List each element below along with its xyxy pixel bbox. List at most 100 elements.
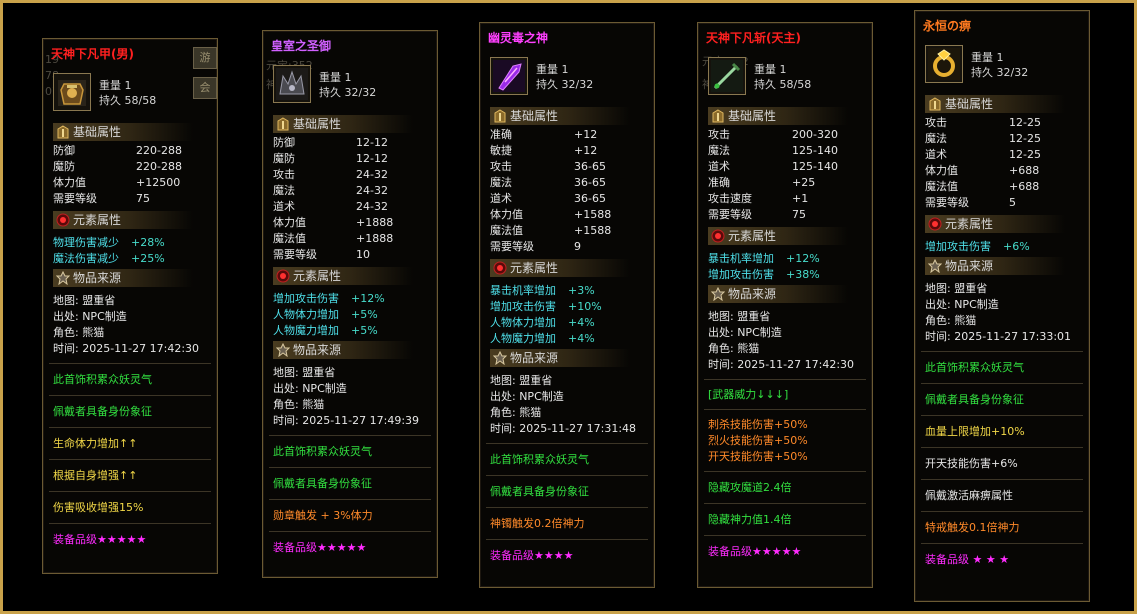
element-stat-row: 暴击机率增加 +12% bbox=[708, 251, 858, 267]
divider bbox=[704, 503, 866, 504]
extra-attribute-line: 佩戴者具备身份象征 bbox=[490, 485, 589, 498]
stat-label: 攻击 bbox=[925, 116, 947, 129]
source-line: 时间: 2025-11-27 17:33:01 bbox=[925, 330, 1072, 343]
equipment-grade: 装备品级★★★★ bbox=[490, 549, 574, 562]
stat-label: 道术 bbox=[273, 200, 295, 213]
item-title: 天神下凡甲(男) bbox=[51, 47, 134, 61]
source-line: 出处: NPC制造 bbox=[925, 298, 999, 311]
stat-label: 需要等级 bbox=[708, 208, 752, 221]
extra-attribute-line: 此首饰积累众妖灵气 bbox=[490, 453, 589, 466]
extra-attribute-line: 开天技能伤害+6% bbox=[925, 457, 1018, 470]
stat-label: 物理伤害减少 bbox=[53, 236, 119, 249]
stat-label: 人物体力增加 bbox=[273, 308, 339, 321]
item-weight: 重量 1 bbox=[971, 51, 1004, 64]
extra-attribute-line: 此首饰积累众妖灵气 bbox=[925, 361, 1024, 374]
item-tooltip-card: 19 78 07 天神下凡甲(男) 重量 1 持久 58/58 基础属性 防御 220-288 魔… bbox=[42, 38, 218, 574]
stat-label: 道术 bbox=[490, 192, 512, 205]
stat-value: +4% bbox=[568, 332, 595, 345]
side-tab-button[interactable]: 游 bbox=[193, 47, 217, 69]
stat-label: 攻击 bbox=[273, 168, 295, 181]
base-stat-row: 道术 36-65 bbox=[490, 191, 640, 207]
stat-label: 准确 bbox=[708, 176, 730, 189]
divider bbox=[49, 363, 211, 364]
base-stat-row: 攻击速度 +1 bbox=[708, 191, 858, 207]
item-title: 幽灵毒之神 bbox=[488, 31, 549, 45]
stat-label: 体力值 bbox=[490, 208, 523, 221]
stat-value: 12-25 bbox=[1009, 132, 1041, 145]
stat-label: 魔防 bbox=[273, 152, 295, 165]
item-weight: 重量 1 bbox=[754, 63, 787, 76]
stat-label: 准确 bbox=[490, 128, 512, 141]
element-stat-row: 物理伤害减少 +28% bbox=[53, 235, 203, 251]
stat-value: 36-65 bbox=[574, 176, 606, 189]
stat-value: +1888 bbox=[356, 232, 394, 245]
divider bbox=[921, 415, 1083, 416]
purple-dagger-icon bbox=[490, 57, 528, 95]
stat-label: 攻击 bbox=[490, 160, 512, 173]
element-stat-row: 增加攻击伤害 +12% bbox=[273, 291, 423, 307]
section-label: 元素属性 bbox=[510, 261, 559, 275]
stat-label: 魔法值 bbox=[273, 232, 306, 245]
divider bbox=[486, 443, 648, 444]
extra-attribute-line: 生命体力增加↑↑ bbox=[53, 437, 138, 450]
stat-value: 125-140 bbox=[792, 144, 838, 157]
stat-label: 人物体力增加 bbox=[490, 316, 556, 329]
stat-label: 增加攻击伤害 bbox=[708, 268, 774, 281]
stat-label: 防御 bbox=[273, 136, 295, 149]
extra-attribute-line: 伤害吸收增强15% bbox=[53, 501, 144, 514]
stat-value: +688 bbox=[1009, 164, 1040, 177]
divider bbox=[921, 543, 1083, 544]
stat-value: 5 bbox=[1009, 196, 1016, 209]
extra-attribute-line: 此首饰积累众妖灵气 bbox=[273, 445, 372, 458]
extra-attribute-line: 此首饰积累众妖灵气 bbox=[53, 373, 152, 386]
stat-value: 220-288 bbox=[136, 144, 182, 157]
section-header-elem: 元素属性 bbox=[273, 267, 413, 285]
divider bbox=[486, 539, 648, 540]
section-header-src: 物品来源 bbox=[273, 341, 413, 359]
stat-label: 魔法值 bbox=[490, 224, 523, 237]
stat-value: +1588 bbox=[574, 224, 612, 237]
source-line: 角色: 熊猫 bbox=[708, 342, 760, 355]
divider bbox=[921, 383, 1083, 384]
item-durability: 持久 58/58 bbox=[754, 78, 812, 91]
section-label: 物品来源 bbox=[728, 287, 777, 301]
extra-attribute-line: 佩戴者具备身份象征 bbox=[925, 393, 1024, 406]
section-header-base: 基础属性 bbox=[53, 123, 193, 141]
stat-value: 125-140 bbox=[792, 160, 838, 173]
section-label: 元素属性 bbox=[945, 217, 994, 231]
stat-value: +1 bbox=[792, 192, 809, 205]
equipment-grade: 装备品级 ★ ★ ★ bbox=[925, 553, 1010, 566]
stat-value: +5% bbox=[351, 324, 378, 337]
source-line: 角色: 熊猫 bbox=[53, 326, 105, 339]
section-header-elem: 元素属性 bbox=[708, 227, 848, 245]
section-header-src: 物品来源 bbox=[490, 349, 630, 367]
base-stat-row: 魔法 36-65 bbox=[490, 175, 640, 191]
base-stat-row: 魔法值 +1588 bbox=[490, 223, 640, 239]
stat-value: +38% bbox=[786, 268, 820, 281]
stat-value: 12-12 bbox=[356, 152, 388, 165]
base-stat-row: 防御 12-12 bbox=[273, 135, 423, 151]
divider bbox=[269, 467, 431, 468]
element-stat-row: 人物魔力增加 +5% bbox=[273, 323, 423, 339]
base-stat-row: 准确 +12 bbox=[490, 127, 640, 143]
stat-label: 魔法值 bbox=[925, 180, 958, 193]
side-tab-button[interactable]: 会 bbox=[193, 77, 217, 99]
stat-label: 需要等级 bbox=[273, 248, 317, 261]
source-line: 时间: 2025-11-27 17:42:30 bbox=[708, 358, 855, 371]
section-header-elem: 元素属性 bbox=[53, 211, 193, 229]
gold-ring-icon bbox=[925, 45, 963, 83]
extra-attribute-line: 佩戴激活麻痹属性 bbox=[925, 489, 1013, 502]
stat-label: 暴击机率增加 bbox=[708, 252, 774, 265]
stat-label: 防御 bbox=[53, 144, 75, 157]
source-line: 出处: NPC制造 bbox=[53, 310, 127, 323]
stat-label: 增加攻击伤害 bbox=[273, 292, 339, 305]
section-header-elem: 元素属性 bbox=[490, 259, 630, 277]
stat-value: +12% bbox=[351, 292, 385, 305]
item-durability: 持久 58/58 bbox=[99, 94, 157, 107]
section-label: 物品来源 bbox=[510, 351, 559, 365]
section-header-base: 基础属性 bbox=[273, 115, 413, 133]
divider bbox=[49, 523, 211, 524]
stat-value: +3% bbox=[568, 284, 595, 297]
source-line: 时间: 2025-11-27 17:49:39 bbox=[273, 414, 420, 427]
weapon-power-line: [武器威力↓↓↓] bbox=[708, 388, 789, 401]
